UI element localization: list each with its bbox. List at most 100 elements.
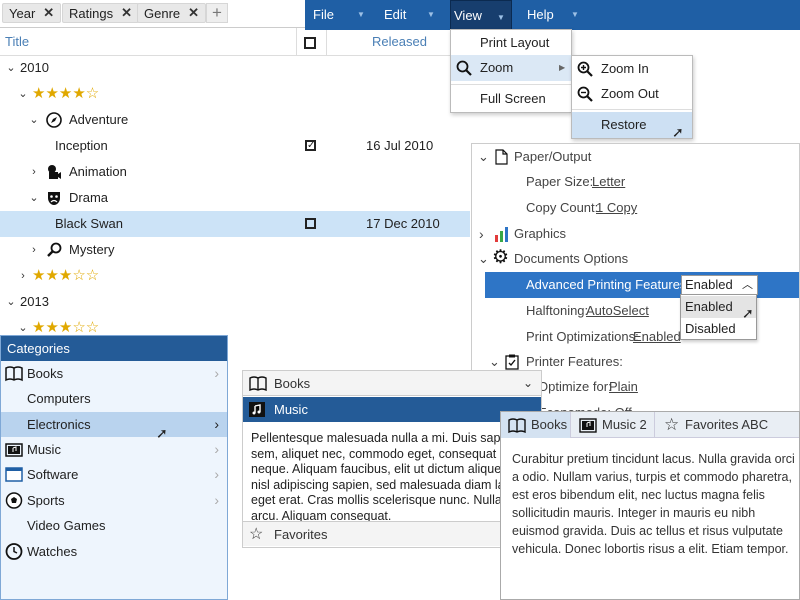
column-header-title[interactable]: Title bbox=[5, 34, 29, 49]
chevron-right-icon: › bbox=[214, 365, 219, 381]
category-item-watches[interactable]: Watches bbox=[1, 539, 227, 564]
category-item-video-games[interactable]: Video Games bbox=[1, 513, 227, 538]
menu-help[interactable]: Help bbox=[527, 0, 554, 30]
view-menu: Print Layout Zoom ▶ Full Screen bbox=[450, 29, 572, 113]
chevron-right-icon[interactable]: › bbox=[18, 263, 28, 289]
drama-mask-icon bbox=[48, 192, 60, 205]
tab-strip: Books Music 2 ☆ Favorites ABC bbox=[501, 412, 799, 438]
row-checkbox[interactable]: ✓ bbox=[305, 140, 316, 151]
menu-item-zoom-in[interactable]: Zoom In bbox=[572, 56, 692, 82]
column-header-released[interactable]: Released bbox=[372, 34, 427, 49]
chevron-right-icon: › bbox=[214, 416, 219, 432]
categories-panel: Categories Books › Computers Electronics… bbox=[0, 335, 228, 600]
category-item-music[interactable]: Music › bbox=[1, 437, 227, 462]
zoom-in-icon bbox=[577, 61, 593, 77]
tab-content: Curabitur pretium tincidunt lacus. Nulla… bbox=[512, 452, 795, 556]
chevron-right-icon[interactable]: › bbox=[29, 159, 39, 185]
accordion-header-favorites[interactable]: ☆ Favorites bbox=[243, 521, 541, 546]
mouse-cursor-icon: ➚ bbox=[742, 305, 754, 321]
music-icon bbox=[5, 443, 23, 457]
tree-row-group[interactable]: ⌄ 2013 bbox=[0, 289, 470, 315]
chevron-down-icon: ⌄ bbox=[523, 376, 534, 390]
menu-file[interactable]: File bbox=[313, 0, 334, 30]
accordion: Books ⌄ Music Pellentesque malesuada nul… bbox=[242, 370, 542, 548]
menu-view[interactable]: View ▼ bbox=[450, 0, 512, 30]
rating-stars: ★★★★☆ bbox=[32, 85, 100, 102]
paper-size-value[interactable]: Letter bbox=[592, 169, 625, 195]
rating-stars: ★★★☆☆ bbox=[32, 267, 100, 284]
close-icon[interactable]: ✕ bbox=[188, 5, 199, 21]
search-icon bbox=[456, 60, 472, 76]
chevron-down-icon[interactable]: ⌄ bbox=[478, 144, 489, 170]
dropdown-arrow-icon[interactable]: ▼ bbox=[427, 0, 435, 30]
zoom-out-icon bbox=[577, 86, 593, 102]
add-group-button[interactable]: + bbox=[206, 3, 228, 23]
tab-music-2[interactable]: Music 2 bbox=[571, 412, 655, 438]
table-row[interactable]: Black Swan 17 Dec 2010 bbox=[0, 211, 470, 237]
group-chip-ratings[interactable]: Ratings ✕ bbox=[62, 3, 139, 23]
accordion-header-music[interactable]: Music bbox=[243, 397, 541, 422]
tree-row-group[interactable]: › ★★★☆☆ bbox=[0, 263, 470, 289]
property-category-paper[interactable]: ⌄ Paper/Output bbox=[472, 144, 799, 170]
tab-favorites-abc[interactable]: ☆ Favorites ABC bbox=[655, 412, 770, 438]
chevron-right-icon: › bbox=[214, 492, 219, 508]
tree-row-group[interactable]: ⌄ Adventure bbox=[0, 107, 470, 133]
menu-item-zoom-out[interactable]: Zoom Out bbox=[572, 81, 692, 107]
bar-chart-icon bbox=[495, 227, 508, 242]
advanced-printing-select[interactable]: Enabled ︿ bbox=[681, 275, 758, 295]
chevron-right-icon: ▶ bbox=[559, 63, 566, 72]
film-camera-icon bbox=[48, 165, 61, 179]
dropdown-arrow-icon: ▼ bbox=[496, 13, 505, 22]
chevron-down-icon[interactable]: ⌄ bbox=[6, 55, 16, 81]
row-checkbox[interactable] bbox=[305, 218, 316, 229]
category-item-sports[interactable]: Sports › bbox=[1, 488, 227, 513]
chevron-down-icon[interactable]: ⌄ bbox=[6, 289, 16, 315]
property-row[interactable]: Paper Size: Letter bbox=[472, 169, 799, 195]
clock-icon bbox=[5, 543, 23, 560]
menu-bar: File ▼ Edit ▼ View ▼ Help ▼ bbox=[305, 0, 800, 30]
menu-item-zoom[interactable]: Zoom ▶ bbox=[451, 55, 571, 81]
halftoning-value[interactable]: AutoSelect bbox=[586, 298, 649, 324]
book-icon bbox=[5, 366, 23, 382]
dropdown-arrow-icon[interactable]: ▼ bbox=[571, 0, 579, 30]
document-icon bbox=[495, 149, 508, 165]
group-chip-year[interactable]: Year ✕ bbox=[2, 3, 62, 23]
chevron-down-icon[interactable]: ⌄ bbox=[29, 185, 39, 211]
chevron-down-icon[interactable]: ⌄ bbox=[18, 81, 28, 107]
group-chip-genre[interactable]: Genre ✕ bbox=[137, 3, 207, 23]
tree-row-group[interactable]: ⌄ 2010 bbox=[0, 55, 470, 81]
copy-count-value[interactable]: 1 Copy bbox=[596, 195, 637, 221]
close-icon[interactable]: ✕ bbox=[43, 5, 54, 21]
chevron-down-icon[interactable]: ⌄ bbox=[478, 246, 489, 272]
category-item-software[interactable]: Software › bbox=[1, 462, 227, 487]
gear-icon: ⚙ bbox=[492, 247, 510, 268]
compass-icon bbox=[46, 112, 62, 128]
property-category-documents[interactable]: ⌄ ⚙ Documents Options bbox=[472, 246, 799, 272]
accordion-header-books[interactable]: Books ⌄ bbox=[243, 371, 541, 396]
menu-edit[interactable]: Edit bbox=[384, 0, 406, 30]
menu-item-print-layout[interactable]: Print Layout bbox=[451, 30, 571, 56]
close-icon[interactable]: ✕ bbox=[121, 5, 132, 21]
chevron-right-icon: › bbox=[214, 441, 219, 457]
dropdown-arrow-icon[interactable]: ▼ bbox=[357, 0, 365, 30]
print-optimizations-value[interactable]: Enabled bbox=[633, 324, 681, 350]
tree-row-group[interactable]: ⌄ Drama bbox=[0, 185, 470, 211]
category-item-books[interactable]: Books › bbox=[1, 361, 227, 386]
menu-item-full-screen[interactable]: Full Screen bbox=[451, 86, 571, 112]
group-bar: Year ✕ Ratings ✕ Genre ✕ + bbox=[0, 0, 305, 28]
select-all-checkbox[interactable] bbox=[304, 37, 316, 49]
chevron-right-icon[interactable]: › bbox=[29, 237, 39, 263]
property-row[interactable]: Copy Count: 1 Copy bbox=[472, 195, 799, 221]
tree-row-group[interactable]: › Animation bbox=[0, 159, 470, 185]
property-category-graphics[interactable]: › Graphics bbox=[472, 221, 799, 247]
optimize-for-value[interactable]: Plain bbox=[609, 374, 638, 400]
chevron-right-icon[interactable]: › bbox=[479, 221, 484, 247]
tab-books[interactable]: Books bbox=[501, 412, 571, 438]
chevron-right-icon: › bbox=[214, 466, 219, 482]
tree-row-group[interactable]: ⌄ ★★★★☆ bbox=[0, 81, 470, 107]
tree-row-group[interactable]: › Mystery bbox=[0, 237, 470, 263]
table-row[interactable]: Inception ✓ 16 Jul 2010 bbox=[0, 133, 470, 159]
category-item-electronics[interactable]: Electronics › bbox=[1, 412, 227, 437]
chevron-down-icon[interactable]: ⌄ bbox=[29, 107, 39, 133]
category-item-computers[interactable]: Computers bbox=[1, 386, 227, 411]
